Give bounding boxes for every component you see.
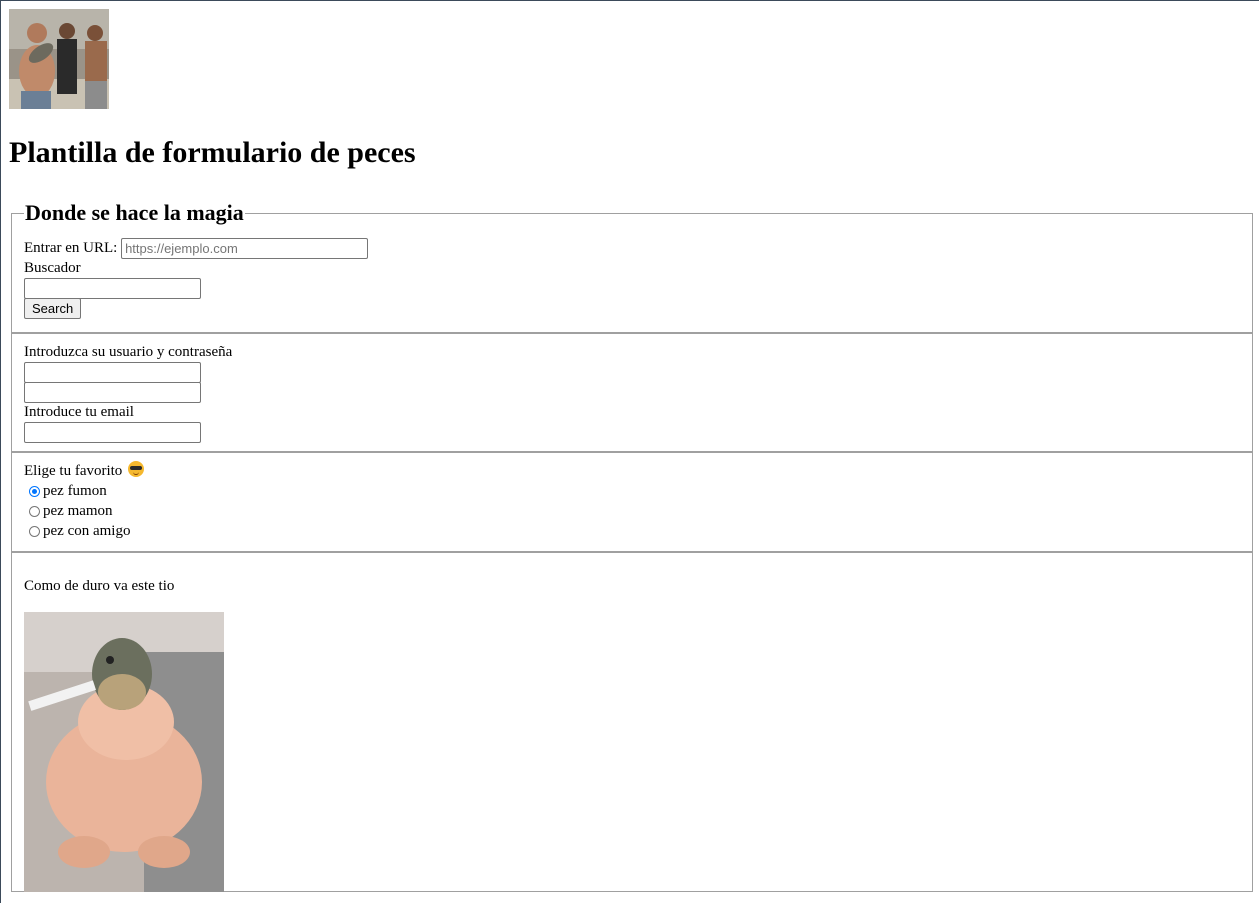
url-row: Entrar en URL: bbox=[24, 238, 1240, 260]
smiling-face-with-sunglasses-icon bbox=[128, 461, 145, 477]
email-label: Introduce tu email bbox=[24, 404, 134, 420]
smoking-fish-image bbox=[24, 612, 224, 892]
radio-label: pez mamon bbox=[43, 502, 113, 519]
header-photo bbox=[9, 9, 109, 109]
radio-option-pez-con-amigo[interactable]: pez con amigo bbox=[24, 521, 1240, 541]
favorite-label: Elige tu favorito bbox=[24, 463, 123, 479]
radio-button[interactable] bbox=[29, 525, 40, 537]
favorite-label-row: Elige tu favorito bbox=[24, 461, 1240, 481]
username-input[interactable] bbox=[24, 362, 201, 384]
url-input[interactable] bbox=[121, 238, 369, 260]
image-fieldset: Como de duro va este tio bbox=[11, 552, 1253, 892]
search-button[interactable]: Search bbox=[24, 298, 82, 319]
email-input[interactable] bbox=[24, 422, 201, 444]
search-legend: Donde se hace la magia bbox=[25, 200, 244, 225]
radio-label: pez fumon bbox=[43, 482, 107, 499]
radio-label: pez con amigo bbox=[43, 522, 131, 539]
page-title: Plantilla de formulario de peces bbox=[9, 136, 416, 169]
men-holding-fish-image bbox=[9, 9, 109, 109]
image-caption: Como de duro va este tio bbox=[24, 578, 175, 594]
page: Plantilla de formulario de peces Donde s… bbox=[1, 1, 1259, 892]
radio-button[interactable] bbox=[29, 505, 40, 517]
password-input[interactable] bbox=[24, 382, 201, 404]
login-fieldset: Introduzca su usuario y contraseña Intro… bbox=[11, 333, 1253, 452]
favorite-fieldset: Elige tu favorito pez fumon pez mamon pe… bbox=[11, 452, 1253, 552]
radio-button[interactable] bbox=[29, 485, 40, 497]
search-label: Buscador bbox=[24, 260, 81, 276]
radio-option-pez-fumon[interactable]: pez fumon bbox=[24, 481, 1240, 501]
radio-option-pez-mamon[interactable]: pez mamon bbox=[24, 501, 1240, 521]
smoking-fish-drawing bbox=[24, 612, 224, 892]
url-label: Entrar en URL: bbox=[24, 240, 118, 256]
search-fieldset: Donde se hace la magia Entrar en URL: Bu… bbox=[11, 200, 1253, 333]
search-input[interactable] bbox=[24, 278, 201, 300]
login-label: Introduzca su usuario y contraseña bbox=[24, 344, 233, 360]
